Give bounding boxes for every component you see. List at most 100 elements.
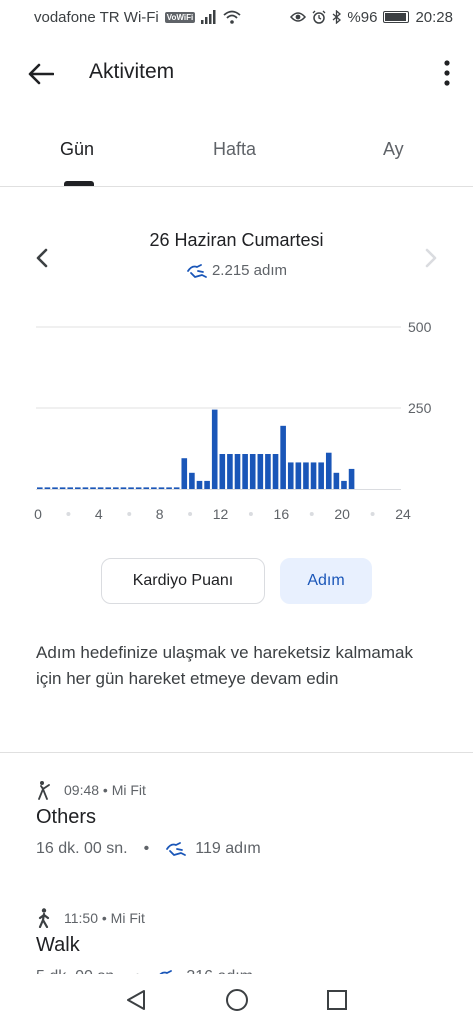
- chart-bar: [67, 487, 74, 489]
- chart-bar: [82, 487, 89, 489]
- session-steps: 119 adım: [195, 840, 261, 857]
- x-tick-label: 12: [213, 506, 229, 522]
- session-name: Others: [36, 806, 97, 828]
- tab-week[interactable]: Hafta: [213, 139, 256, 160]
- session-meta: 09:48 • Mi Fit: [36, 780, 146, 800]
- wifi-icon: [223, 10, 241, 24]
- x-minor-tick: [248, 512, 253, 516]
- hourly-steps-chart: 500 250 0 4 8 12 16 20 24: [34, 319, 432, 522]
- session-meta: 11:50 • Mi Fit: [36, 908, 145, 928]
- chart-bar: [113, 487, 119, 489]
- chart-bar: [181, 458, 188, 489]
- goal-hint-text: Adım hedefinize ulaşmak ve hareketsiz ka…: [36, 643, 413, 688]
- date-title: 26 Haziran Cumartesi: [149, 230, 324, 250]
- battery-level-fill: [385, 13, 406, 21]
- chart-bar: [303, 462, 309, 489]
- date-header: 26 Haziran Cumartesi 2.215 adım: [0, 222, 473, 292]
- status-left: vodafone TR Wi-Fi VoWiFi: [34, 9, 241, 26]
- status-right: %96 20:28: [290, 9, 453, 26]
- nav-home-icon[interactable]: [224, 987, 250, 1013]
- chart-bar: [128, 487, 134, 489]
- tab-month[interactable]: Ay: [383, 139, 404, 160]
- chart-bar: [166, 487, 172, 489]
- arrow-back-icon: [28, 63, 54, 85]
- chart-bar: [272, 454, 279, 489]
- more-options-button[interactable]: [441, 58, 453, 88]
- chart-bar: [90, 487, 96, 489]
- daily-steps-summary: 2.215 adım: [0, 262, 473, 279]
- status-time: 20:28: [415, 8, 453, 26]
- session-duration: 16 dk. 00 sn.: [36, 840, 128, 857]
- nav-back-icon[interactable]: [124, 988, 148, 1012]
- chart-bar: [173, 487, 180, 489]
- chart-bar: [211, 409, 218, 489]
- alarm-icon: [312, 10, 326, 24]
- nav-recents-icon[interactable]: [326, 989, 348, 1011]
- system-navigation-bar: [0, 974, 473, 1024]
- chart-bar: [234, 454, 241, 489]
- chart-bar: [37, 487, 43, 489]
- chart-bar: [44, 487, 51, 489]
- chart-bar: [158, 487, 165, 489]
- divider: [0, 752, 473, 753]
- chart-bar: [242, 454, 248, 489]
- chart-bar: [75, 487, 81, 489]
- session-time-source: 11:50 • Mi Fit: [64, 910, 145, 926]
- chart-bar: [318, 462, 324, 489]
- chart-bar: [280, 425, 286, 489]
- cardio-points-toggle[interactable]: Kardiyo Puanı: [101, 558, 265, 604]
- y-tick-label: 250: [408, 400, 432, 416]
- chart-bar: [219, 454, 226, 489]
- x-minor-tick: [309, 512, 314, 516]
- x-minor-tick: [370, 512, 375, 516]
- page-title: Aktivitem: [89, 60, 175, 83]
- chart-bar: [325, 452, 332, 489]
- x-minor-tick: [127, 512, 132, 516]
- steps-toggle[interactable]: Adım: [280, 558, 372, 604]
- chart-bar: [265, 454, 271, 489]
- chart-bar: [97, 487, 104, 489]
- chevron-right-icon: [425, 248, 437, 268]
- tab-day[interactable]: Gün: [60, 139, 94, 160]
- separator-dot: •: [143, 840, 150, 857]
- status-bar: vodafone TR Wi-Fi VoWiFi %96 20:28: [0, 0, 473, 34]
- x-tick-label: 8: [156, 506, 164, 522]
- y-tick-label: 500: [408, 319, 432, 335]
- chart-bar: [143, 487, 150, 489]
- chart-bar: [310, 462, 317, 489]
- app-bar: Aktivitem: [0, 40, 473, 106]
- chart-bar: [333, 472, 340, 489]
- chart-bar: [348, 468, 355, 489]
- chart-bar: [196, 480, 203, 489]
- chart-bar: [135, 487, 142, 489]
- x-tick-label: 24: [395, 506, 411, 522]
- chart-bar: [120, 487, 127, 489]
- chart-bar: [257, 454, 264, 489]
- x-tick-label: 4: [95, 506, 103, 522]
- active-tab-indicator: [64, 181, 94, 186]
- chart-bar: [52, 487, 58, 489]
- x-tick-label: 20: [334, 506, 350, 522]
- more-vert-icon: [444, 60, 450, 86]
- session-details: 16 dk. 00 sn. • 119 adım: [36, 840, 261, 858]
- chart-bar: [59, 487, 66, 489]
- wifi-calling-badge: VoWiFi: [164, 11, 196, 23]
- chart-bar: [287, 462, 294, 489]
- eye-icon: [290, 12, 307, 22]
- chart-bar: [295, 462, 302, 489]
- x-tick-label: 0: [34, 506, 42, 522]
- period-tabs: Gün Hafta Ay: [0, 125, 473, 187]
- steps-icon: [187, 263, 207, 278]
- back-button[interactable]: [24, 57, 58, 91]
- x-tick-label: 16: [274, 506, 290, 522]
- daily-steps-value: 2.215 adım: [211, 262, 288, 279]
- x-minor-tick: [66, 512, 71, 516]
- battery-icon: [383, 11, 410, 23]
- walk-icon: [38, 908, 50, 928]
- steps-icon: [166, 842, 187, 856]
- chart-bar: [151, 487, 157, 489]
- bluetooth-icon: [332, 10, 342, 24]
- chart-bar: [249, 454, 256, 489]
- x-minor-tick: [188, 512, 193, 516]
- chart-bar: [204, 480, 210, 489]
